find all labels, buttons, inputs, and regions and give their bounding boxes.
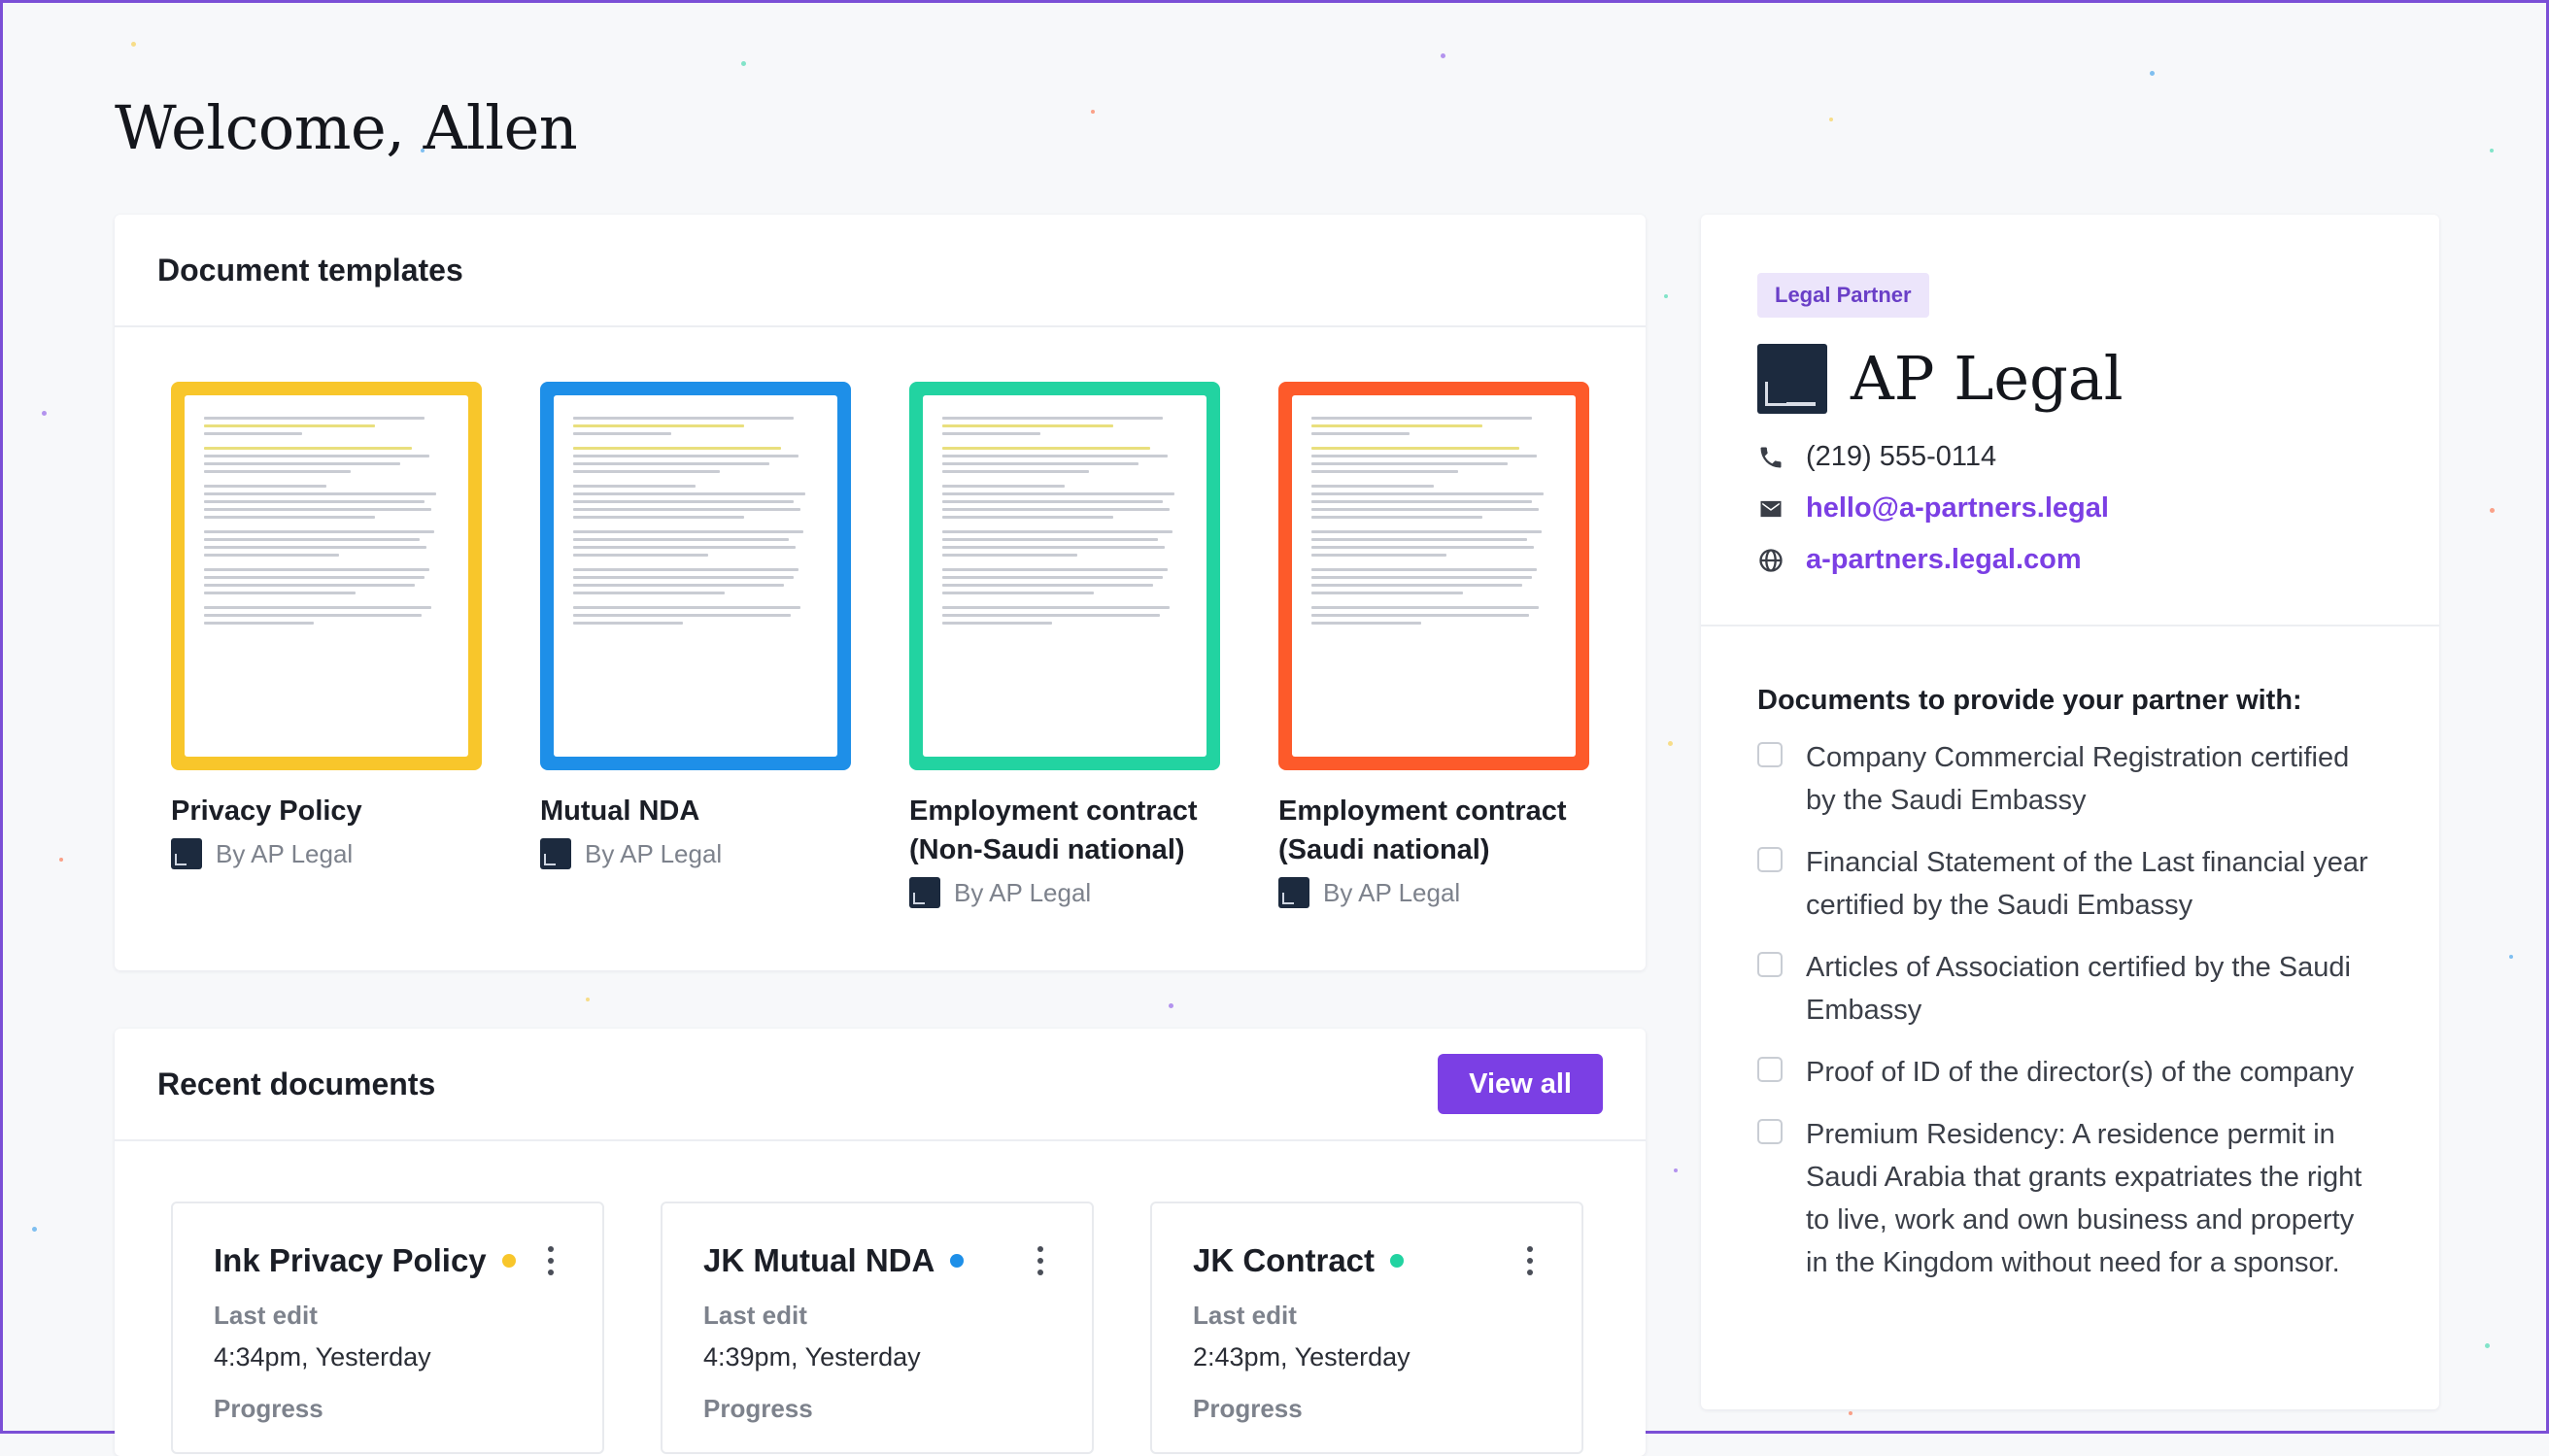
checkbox[interactable]	[1757, 952, 1783, 977]
progress-label: Progress	[1193, 1394, 1303, 1423]
recent-document-title[interactable]: JK Mutual NDA	[703, 1242, 935, 1279]
template-card-privacy-policy[interactable]: Privacy Policy By AP Legal	[171, 382, 482, 908]
template-author: By AP Legal	[1278, 877, 1589, 908]
legal-partner-panel: Legal Partner AP Legal (219) 555-0114 he…	[1701, 215, 2439, 1409]
checklist-item-text: Premium Residency: A residence permit in…	[1806, 1119, 2362, 1278]
template-name[interactable]: Employment contract (Non-Saudi national)	[909, 792, 1220, 869]
document-templates-panel: Document templates Privacy Policy By AP …	[115, 215, 1646, 970]
welcome-heading: Welcome, Allen	[115, 92, 578, 163]
legal-partner-badge: Legal Partner	[1757, 273, 1929, 318]
recent-document-card[interactable]: JK Contract Last edit 2:43pm, Yesterday …	[1150, 1202, 1583, 1454]
recent-document-title[interactable]: Ink Privacy Policy	[214, 1242, 487, 1279]
progress-label: Progress	[214, 1394, 323, 1423]
checklist-item-text: Financial Statement of the Last financia…	[1806, 847, 2368, 921]
progress-label: Progress	[703, 1394, 813, 1423]
template-author: By AP Legal	[909, 877, 1220, 908]
phone-number: (219) 555-0114	[1806, 441, 1997, 472]
ap-legal-logo-icon	[1757, 343, 1827, 414]
recent-documents-list: Ink Privacy Policy Last edit 4:34pm, Yes…	[115, 1141, 1646, 1454]
checklist-item[interactable]: Proof of ID of the director(s) of the co…	[1757, 1051, 2383, 1094]
recent-documents-panel: Recent documents View all Ink Privacy Po…	[115, 1029, 1646, 1456]
partner-website[interactable]: a-partners.legal.com	[1757, 544, 2383, 576]
template-name[interactable]: Privacy Policy	[171, 792, 482, 830]
checklist-item[interactable]: Premium Residency: A residence permit in…	[1757, 1113, 2383, 1284]
template-preview[interactable]	[909, 382, 1220, 770]
document-thumbnail	[1292, 395, 1576, 757]
last-edit-value: 4:34pm, Yesterday	[214, 1342, 431, 1371]
checkbox[interactable]	[1757, 1119, 1783, 1144]
recent-header: Recent documents View all	[115, 1029, 1646, 1141]
template-card-employment-non-saudi[interactable]: Employment contract (Non-Saudi national)…	[909, 382, 1220, 908]
template-author: By AP Legal	[171, 838, 482, 869]
more-options-icon[interactable]	[1519, 1242, 1541, 1279]
documents-checklist-title: Documents to provide your partner with:	[1757, 685, 2302, 716]
documents-checklist: Documents to provide your partner with: …	[1701, 626, 2439, 1284]
templates-header: Document templates	[115, 215, 1646, 327]
email-link[interactable]: hello@a-partners.legal	[1806, 492, 2109, 525]
template-author-text: By AP Legal	[1323, 877, 1461, 907]
status-dot-icon	[950, 1254, 965, 1268]
template-name[interactable]: Mutual NDA	[540, 792, 851, 830]
template-author-text: By AP Legal	[585, 838, 723, 868]
template-author-text: By AP Legal	[216, 838, 354, 868]
recent-document-title-row: JK Mutual NDA	[703, 1242, 965, 1279]
checkbox[interactable]	[1757, 847, 1783, 872]
last-edit-value: 4:39pm, Yesterday	[703, 1342, 921, 1371]
more-options-icon[interactable]	[1030, 1242, 1051, 1279]
templates-list: Privacy Policy By AP Legal Mutual NDA By…	[115, 327, 1646, 908]
checklist-item-text: Articles of Association certified by the…	[1806, 952, 2351, 1026]
partner-phone[interactable]: (219) 555-0114	[1757, 441, 2383, 473]
template-card-mutual-nda[interactable]: Mutual NDA By AP Legal	[540, 382, 851, 908]
website-link[interactable]: a-partners.legal.com	[1806, 544, 2082, 576]
last-edit-label: Last edit	[1193, 1301, 1297, 1330]
document-thumbnail	[923, 395, 1207, 757]
view-all-button[interactable]: View all	[1438, 1054, 1603, 1114]
template-author: By AP Legal	[540, 838, 851, 869]
recent-document-card[interactable]: Ink Privacy Policy Last edit 4:34pm, Yes…	[171, 1202, 604, 1454]
globe-icon	[1759, 548, 1783, 572]
ap-legal-logo-icon	[909, 877, 940, 908]
template-author-text: By AP Legal	[954, 877, 1092, 907]
partner-name: AP Legal	[1851, 343, 2124, 414]
last-edit-value: 2:43pm, Yesterday	[1193, 1342, 1410, 1371]
status-dot-icon	[501, 1254, 516, 1268]
checkbox[interactable]	[1757, 742, 1783, 767]
recent-title: Recent documents	[157, 1066, 436, 1101]
document-thumbnail	[554, 395, 837, 757]
partner-brand: AP Legal	[1757, 343, 2383, 414]
checklist-item-text: Proof of ID of the director(s) of the co…	[1806, 1057, 2355, 1088]
checkbox[interactable]	[1757, 1057, 1783, 1082]
template-preview[interactable]	[540, 382, 851, 770]
checklist-item[interactable]: Articles of Association certified by the…	[1757, 946, 2383, 1032]
phone-icon	[1760, 447, 1782, 467]
last-edit-label: Last edit	[214, 1301, 318, 1330]
checklist-item-text: Company Commercial Registration certifie…	[1806, 742, 2350, 816]
recent-document-title-row: JK Contract	[1193, 1242, 1405, 1279]
recent-document-title-row: Ink Privacy Policy	[214, 1242, 516, 1279]
ap-legal-logo-icon	[171, 838, 202, 869]
recent-document-card[interactable]: JK Mutual NDA Last edit 4:39pm, Yesterda…	[661, 1202, 1094, 1454]
ap-legal-logo-icon	[540, 838, 571, 869]
checklist-item[interactable]: Financial Statement of the Last financia…	[1757, 841, 2383, 927]
partner-info: Legal Partner AP Legal (219) 555-0114 he…	[1701, 215, 2439, 625]
status-dot-icon	[1390, 1254, 1405, 1268]
more-options-icon[interactable]	[540, 1242, 561, 1279]
templates-title: Document templates	[157, 252, 463, 288]
template-card-employment-saudi[interactable]: Employment contract (Saudi national) By …	[1278, 382, 1589, 908]
partner-email[interactable]: hello@a-partners.legal	[1757, 492, 2383, 525]
checklist-item[interactable]: Company Commercial Registration certifie…	[1757, 736, 2383, 822]
mail-icon	[1760, 500, 1782, 517]
ap-legal-logo-icon	[1278, 877, 1309, 908]
recent-document-title[interactable]: JK Contract	[1193, 1242, 1375, 1279]
document-thumbnail	[185, 395, 468, 757]
last-edit-label: Last edit	[703, 1301, 807, 1330]
template-name[interactable]: Employment contract (Saudi national)	[1278, 792, 1589, 869]
template-preview[interactable]	[1278, 382, 1589, 770]
template-preview[interactable]	[171, 382, 482, 770]
